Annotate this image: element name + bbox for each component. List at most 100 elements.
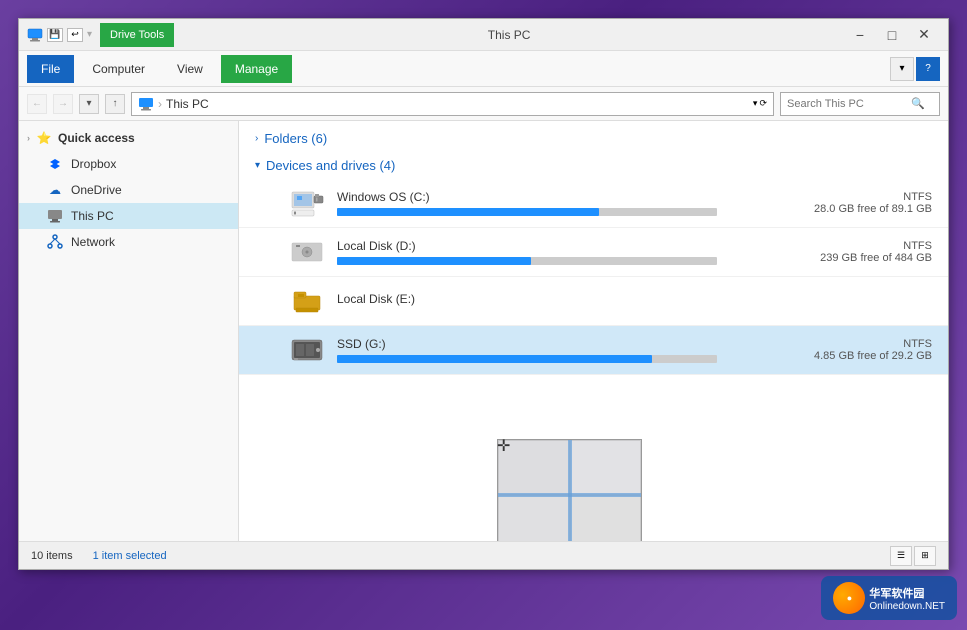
drive-c-bar xyxy=(337,208,717,216)
sidebar-label-network: Network xyxy=(71,235,115,249)
this-pc-icon xyxy=(47,208,63,224)
close-button[interactable]: ✕ xyxy=(908,23,940,47)
search-box[interactable]: 🔍 xyxy=(780,92,940,116)
drive-e[interactable]: Local Disk (E:) xyxy=(239,277,948,326)
quick-access-toolbar: 💾 ↩ ▾ xyxy=(27,27,92,43)
computer-tab[interactable]: Computer xyxy=(78,55,159,83)
back-button[interactable]: ← xyxy=(27,94,47,114)
sidebar-item-quick-access[interactable]: › ⭐ Quick access xyxy=(19,125,238,151)
sidebar-label-quick-access: Quick access xyxy=(58,131,135,145)
drive-c-name: Windows OS (C:) xyxy=(337,190,802,204)
grid-cell-tr xyxy=(570,440,642,495)
drive-g[interactable]: SSD (G:) NTFS 4.85 GB free of 29.2 GB xyxy=(239,326,948,375)
search-icon: 🔍 xyxy=(911,97,925,110)
crosshair-v xyxy=(568,440,572,541)
drive-g-meta: NTFS 4.85 GB free of 29.2 GB xyxy=(814,338,932,362)
drive-d-free: 239 GB free of 484 GB xyxy=(820,252,932,264)
forward-button[interactable]: → xyxy=(53,94,73,114)
drive-g-icon xyxy=(289,332,325,368)
drive-tools-tab[interactable]: Drive Tools xyxy=(100,23,174,47)
expand-chevron-quick: › xyxy=(27,133,30,143)
dropdown-btn[interactable]: ▾ xyxy=(753,98,758,109)
watermark-line2: Onlinedown.NET xyxy=(869,601,945,612)
drive-g-bar xyxy=(337,355,717,363)
drive-c-free: 28.0 GB free of 89.1 GB xyxy=(814,203,932,215)
sidebar-label-dropbox: Dropbox xyxy=(71,157,116,171)
recent-locations-button[interactable]: ▾ xyxy=(79,94,99,114)
up-button[interactable]: ↑ xyxy=(105,94,125,114)
main-area: › ⭐ Quick access Dropbox ☁ OneDrive xyxy=(19,121,948,541)
content-area: › Folders (6) ▾ Devices and drives (4) xyxy=(239,121,948,541)
folders-label: Folders (6) xyxy=(264,131,327,146)
computer-icon xyxy=(27,27,43,43)
window-controls: − □ ✕ xyxy=(844,23,940,47)
view-buttons: ☰ ⊞ xyxy=(890,546,936,566)
window-title: This PC xyxy=(174,28,844,42)
ribbon-end: ▾ ? xyxy=(890,57,940,81)
file-button[interactable]: File xyxy=(27,55,74,83)
address-actions: ▾ ⟳ xyxy=(753,98,767,109)
drive-c[interactable]: Windows OS (C:) NTFS 28.0 GB free of 89.… xyxy=(239,179,948,228)
drive-c-info: Windows OS (C:) xyxy=(337,190,802,216)
refresh-btn[interactable]: ⟳ xyxy=(759,98,767,109)
drive-c-fill xyxy=(337,208,599,216)
watermark-logo: ● xyxy=(833,582,865,614)
devices-chevron: ▾ xyxy=(255,160,260,171)
grid-cell-bl xyxy=(498,495,570,541)
onedrive-icon: ☁ xyxy=(47,182,63,198)
drive-g-fill xyxy=(337,355,652,363)
search-input[interactable] xyxy=(787,98,907,110)
watermark-text-container: 华军软件园 Onlinedown.NET xyxy=(869,585,945,612)
path-label: This PC xyxy=(166,97,209,111)
drive-g-free: 4.85 GB free of 29.2 GB xyxy=(814,350,932,362)
minimize-button[interactable]: − xyxy=(844,23,876,47)
folders-chevron: › xyxy=(255,133,258,144)
drive-d[interactable]: Local Disk (D:) NTFS 239 GB free of 484 … xyxy=(239,228,948,277)
watermark-line1: 华军软件园 xyxy=(869,585,945,601)
item-count: 10 items xyxy=(31,550,73,562)
sidebar-item-this-pc[interactable]: This PC xyxy=(19,203,238,229)
devices-label: Devices and drives (4) xyxy=(266,158,395,173)
sidebar: › ⭐ Quick access Dropbox ☁ OneDrive xyxy=(19,121,239,541)
sidebar-item-onedrive[interactable]: ☁ OneDrive xyxy=(19,177,238,203)
sidebar-item-network[interactable]: Network xyxy=(19,229,238,255)
help-btn[interactable]: ? xyxy=(916,57,940,81)
view-tab[interactable]: View xyxy=(163,55,217,83)
ribbon-collapse-btn[interactable]: ▾ xyxy=(890,57,914,81)
network-icon xyxy=(47,234,63,250)
computer-small-icon xyxy=(138,97,154,111)
grid-cell-br xyxy=(570,495,642,541)
drive-d-bar xyxy=(337,257,717,265)
drive-d-name: Local Disk (D:) xyxy=(337,239,808,253)
drive-d-fs: NTFS xyxy=(820,240,932,252)
watermark: ● 华军软件园 Onlinedown.NET xyxy=(821,576,957,620)
status-bar: 10 items 1 item selected ☰ ⊞ xyxy=(19,541,948,569)
drive-d-meta: NTFS 239 GB free of 484 GB xyxy=(820,240,932,264)
folders-section-header[interactable]: › Folders (6) xyxy=(239,125,948,152)
drive-g-info: SSD (G:) xyxy=(337,337,802,363)
manage-tab[interactable]: Manage xyxy=(221,55,292,83)
save-icon[interactable]: 💾 xyxy=(47,28,63,42)
drive-d-info: Local Disk (D:) xyxy=(337,239,808,265)
color-picker-tooltip: (460 , 419) 217, 217, 217 xyxy=(497,439,642,541)
devices-section-header[interactable]: ▾ Devices and drives (4) xyxy=(239,152,948,179)
file-explorer-window: 💾 ↩ ▾ Drive Tools This PC − □ ✕ File Com… xyxy=(18,18,949,570)
quick-access-sep: ▾ xyxy=(87,29,92,40)
drive-e-name: Local Disk (E:) xyxy=(337,292,920,306)
star-icon: ⭐ xyxy=(36,130,52,146)
address-path[interactable]: › This PC ▾ ⟳ xyxy=(131,92,774,116)
drive-d-fill xyxy=(337,257,531,265)
tooltip-preview xyxy=(498,440,641,541)
sidebar-item-dropbox[interactable]: Dropbox xyxy=(19,151,238,177)
drive-c-fs: NTFS xyxy=(814,191,932,203)
ribbon: File Computer View Manage ▾ ? xyxy=(19,51,948,87)
dropbox-icon xyxy=(47,156,63,172)
cursor-crosshair: ✛ xyxy=(497,436,510,456)
tiles-view-btn[interactable]: ⊞ xyxy=(914,546,936,566)
maximize-button[interactable]: □ xyxy=(876,23,908,47)
undo-icon[interactable]: ↩ xyxy=(67,28,83,42)
drive-g-name: SSD (G:) xyxy=(337,337,802,351)
selected-count: 1 item selected xyxy=(93,550,167,562)
details-view-btn[interactable]: ☰ xyxy=(890,546,912,566)
address-bar: ← → ▾ ↑ › This PC ▾ ⟳ 🔍 xyxy=(19,87,948,121)
